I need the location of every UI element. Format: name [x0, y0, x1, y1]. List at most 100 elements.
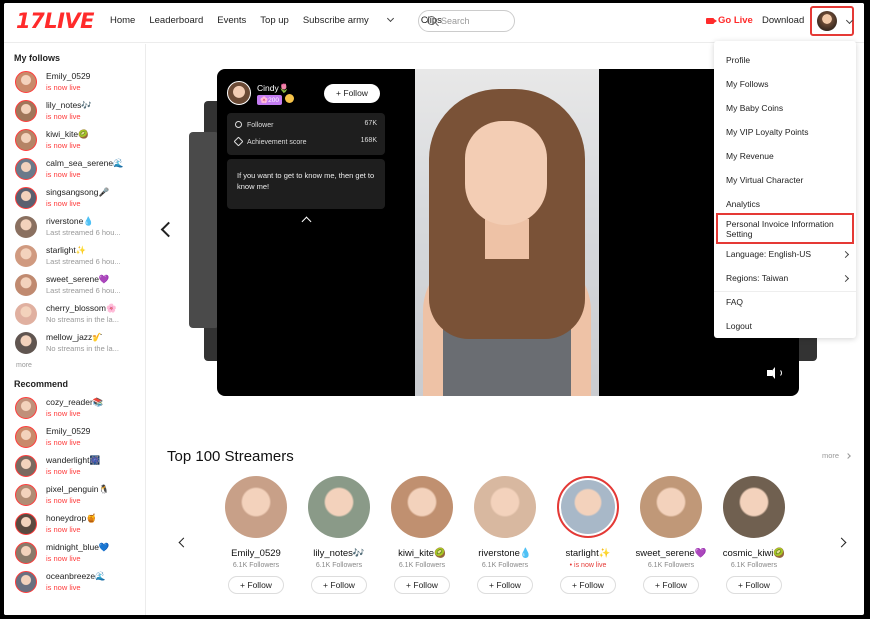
- sidebar-user-item[interactable]: cherry_blossom🌸 No streams in the la...: [4, 300, 145, 329]
- follow-button[interactable]: + Follow: [560, 576, 616, 594]
- sidebar-user-status: Last streamed 6 hou...: [46, 257, 121, 266]
- logo[interactable]: 17LIVE: [16, 9, 95, 33]
- carousel-prev-card-2[interactable]: [189, 132, 219, 328]
- avatar[interactable]: [308, 476, 370, 538]
- follows-more-link[interactable]: more: [4, 362, 145, 369]
- streamer-card[interactable]: kiwi_kite🥝 6.1K Followers + Follow: [382, 476, 462, 594]
- sidebar-user-status: is now live: [46, 583, 81, 592]
- sidebar-user-item[interactable]: cozy_reader📚 is now live: [4, 394, 145, 423]
- user-avatar-menu-button[interactable]: [810, 6, 854, 36]
- menu-language-label: Language: English-US: [726, 249, 812, 259]
- streamer-card[interactable]: starlight✨ • is now live + Follow: [548, 476, 628, 594]
- streamer-card[interactable]: lily_notes🎶 6.1K Followers + Follow: [299, 476, 379, 594]
- sidebar-user-item[interactable]: oceanbreeze🌊 is now live: [4, 568, 145, 597]
- follow-button[interactable]: + Follow: [228, 576, 284, 594]
- streamers-next-arrow[interactable]: [836, 537, 847, 548]
- emoji-badge-icon: [285, 94, 294, 103]
- menu-analytics[interactable]: Analytics: [726, 199, 760, 209]
- sidebar-user-item[interactable]: honeydrop🍯 is now live: [4, 510, 145, 539]
- sidebar-user-status: is now live: [46, 554, 81, 563]
- nav-leaderboard[interactable]: Leaderboard: [149, 15, 203, 26]
- featured-stream-player[interactable]: Cindy🌷 🌸200 + Follow Follower 67K Achiev…: [217, 69, 799, 396]
- follow-button[interactable]: + Follow: [394, 576, 450, 594]
- avatar: [15, 332, 37, 354]
- menu-regions[interactable]: Regions: Taiwan: [726, 273, 850, 283]
- nav-home[interactable]: Home: [110, 15, 135, 26]
- avatar: [15, 100, 37, 122]
- menu-virtual-character[interactable]: My Virtual Character: [726, 175, 803, 185]
- volume-icon[interactable]: [767, 367, 782, 379]
- streamer-card[interactable]: sweet_serene💜 6.1K Followers + Follow: [631, 476, 711, 594]
- top100-more-link[interactable]: more: [822, 451, 852, 460]
- nav-events[interactable]: Events: [217, 15, 246, 26]
- streamer-card-name: Emily_0529: [231, 548, 281, 559]
- avatar: [15, 455, 37, 477]
- sidebar-user-item[interactable]: Emily_0529 is now live: [4, 423, 145, 452]
- stat-follower-value: 67K: [364, 120, 377, 127]
- sidebar-user-item[interactable]: wanderlight🎆 is now live: [4, 452, 145, 481]
- speaker-shape: [767, 367, 775, 379]
- avatar: [15, 542, 37, 564]
- streamer-card-name: starlight✨: [565, 548, 611, 559]
- sidebar-user-item[interactable]: mellow_jazz🎷 No streams in the la...: [4, 329, 145, 358]
- streamer-card-followers: 6.1K Followers: [730, 562, 778, 569]
- search-icon: [427, 16, 436, 25]
- menu-invoice-setting[interactable]: Personal Invoice Information Setting: [726, 219, 844, 239]
- stream-video[interactable]: [415, 69, 599, 396]
- go-live-button[interactable]: Go Live: [706, 15, 753, 26]
- nav-subscribe-army[interactable]: Subscribe army: [303, 14, 407, 26]
- chevron-up-icon[interactable]: [301, 216, 312, 227]
- sidebar-user-status: Last streamed 6 hou...: [46, 228, 121, 237]
- follow-button[interactable]: + Follow: [311, 576, 367, 594]
- avatar[interactable]: [723, 476, 785, 538]
- star-icon: [233, 136, 244, 147]
- avatar[interactable]: [640, 476, 702, 538]
- menu-revenue[interactable]: My Revenue: [726, 151, 774, 161]
- sidebar-user-item[interactable]: lily_notes🎶 is now live: [4, 97, 145, 126]
- sidebar-user-item[interactable]: calm_sea_serene🌊 is now live: [4, 155, 145, 184]
- sidebar-user-status: is now live: [46, 199, 81, 208]
- sidebar-user-item[interactable]: pixel_penguin🐧 is now live: [4, 481, 145, 510]
- menu-faq[interactable]: FAQ: [726, 297, 743, 307]
- sidebar-user-item[interactable]: midnight_blue💙 is now live: [4, 539, 145, 568]
- menu-my-follows[interactable]: My Follows: [726, 79, 769, 89]
- sidebar-user-item[interactable]: singsangsong🎤 is now live: [4, 184, 145, 213]
- menu-vip-points[interactable]: My VIP Loyalty Points: [726, 127, 809, 137]
- stat-achievement: Achievement score 168K: [233, 136, 377, 147]
- sidebar-user-item[interactable]: Emily_0529 is now live: [4, 68, 145, 97]
- top-header: 17LIVE Home Leaderboard Events Top up Su…: [4, 3, 864, 43]
- follow-button[interactable]: + Follow: [643, 576, 699, 594]
- avatar[interactable]: [391, 476, 453, 538]
- avatar[interactable]: [474, 476, 536, 538]
- follow-button[interactable]: + Follow: [477, 576, 533, 594]
- menu-logout[interactable]: Logout: [726, 321, 752, 331]
- streamer-name[interactable]: Cindy🌷: [257, 83, 289, 94]
- sidebar-user-status: is now live: [46, 141, 81, 150]
- streamer-card[interactable]: cosmic_kiwi🥝 6.1K Followers + Follow: [714, 476, 794, 594]
- avatar: [15, 71, 37, 93]
- nav-topup[interactable]: Top up: [260, 15, 289, 26]
- sidebar-user-item[interactable]: starlight✨ Last streamed 6 hou...: [4, 242, 145, 271]
- streamer-card-name: riverstone💧: [478, 548, 532, 559]
- streamer-avatar[interactable]: [227, 81, 251, 105]
- hero-prev-arrow[interactable]: [160, 221, 177, 238]
- download-link[interactable]: Download: [762, 15, 804, 26]
- avatar: [15, 187, 37, 209]
- streamer-card-name: cosmic_kiwi🥝: [722, 548, 786, 559]
- streamers-prev-arrow[interactable]: [178, 537, 189, 548]
- sidebar-user-name: singsangsong🎤: [46, 187, 110, 197]
- menu-profile[interactable]: Profile: [726, 55, 750, 65]
- hero-follow-button[interactable]: + Follow: [324, 84, 380, 103]
- streamer-card[interactable]: riverstone💧 6.1K Followers + Follow: [465, 476, 545, 594]
- avatar[interactable]: [557, 476, 619, 538]
- sidebar-user-item[interactable]: riverstone💧 Last streamed 6 hou...: [4, 213, 145, 242]
- sidebar-user-item[interactable]: kiwi_kite🥝 is now live: [4, 126, 145, 155]
- follow-button[interactable]: + Follow: [726, 576, 782, 594]
- streamer-card[interactable]: Emily_0529 6.1K Followers + Follow: [216, 476, 296, 594]
- avatar[interactable]: [225, 476, 287, 538]
- streamer-card-followers: 6.1K Followers: [232, 562, 280, 569]
- search-input[interactable]: Search: [418, 10, 515, 32]
- sidebar-user-item[interactable]: sweet_serene💜 Last streamed 6 hou...: [4, 271, 145, 300]
- menu-language[interactable]: Language: English-US: [726, 249, 850, 259]
- menu-baby-coins[interactable]: My Baby Coins: [726, 103, 783, 113]
